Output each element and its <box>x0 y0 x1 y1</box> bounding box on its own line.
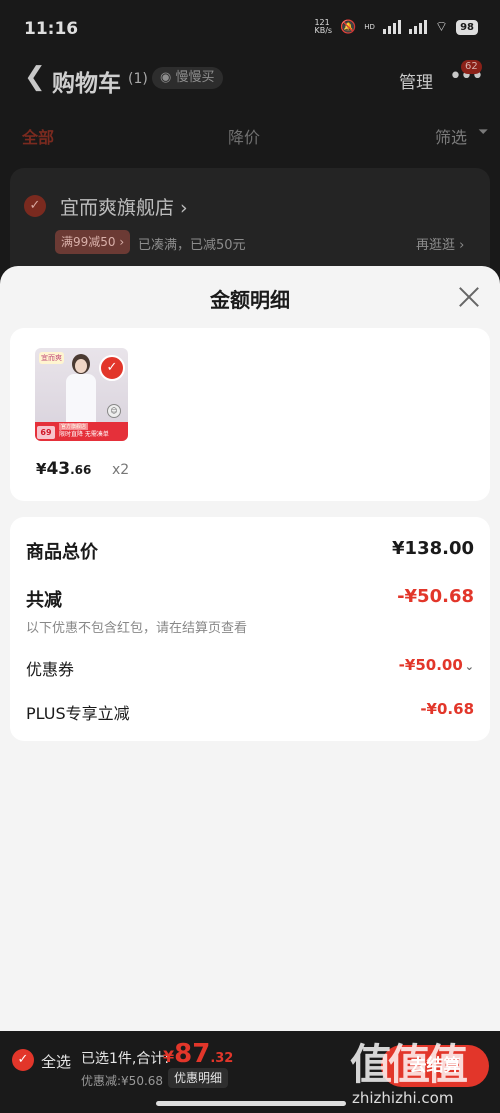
store-name[interactable]: 宜而爽旗舰店 › <box>60 193 188 220</box>
message-badge: 62 <box>461 60 482 74</box>
promo-status: 已凑满，已减50元 <box>138 238 246 253</box>
slow-buy-button[interactable]: ◉ 慢慢买 <box>152 67 223 89</box>
thumb-promo-text: 限时直降 无需凑单 <box>59 431 109 438</box>
total-integer: 87 <box>174 1039 211 1069</box>
cart-page-background: 11:16 121 KB/s 🔕 HD ⌔ 98 ❮ 购物车 (1) ◉ 慢慢买… <box>0 0 500 308</box>
shop-more-link[interactable]: 再逛逛 › <box>416 234 464 253</box>
manage-button[interactable]: 管理 <box>399 68 433 93</box>
total-label: 商品总价 <box>26 542 98 563</box>
total-value: ¥138.00 <box>392 538 474 559</box>
sheet-title: 金额明细 <box>210 288 290 312</box>
watermark-url: zhizhizhi.com <box>352 1089 454 1107</box>
tab-price-drop[interactable]: 降价 <box>228 124 260 148</box>
unit-price: ¥43.66 <box>36 459 91 479</box>
total-decimal: .32 <box>210 1051 234 1066</box>
status-icons: 121 KB/s 🔕 HD ⌔ 98 <box>314 18 478 36</box>
cart-tabs: 全部 降价 筛选 ⏷ <box>0 120 500 150</box>
cart-title: 购物车 <box>52 71 121 97</box>
filter-icon[interactable]: ⏷ <box>478 125 488 140</box>
promo-tag[interactable]: 满99减50 › <box>55 230 131 254</box>
thumb-price-tag: 69 <box>37 426 55 439</box>
close-icon[interactable] <box>456 284 482 310</box>
price-integer: 43 <box>46 459 71 479</box>
plus-label: PLUS专享立减 <box>26 704 130 723</box>
home-indicator[interactable] <box>156 1101 346 1106</box>
tab-all[interactable]: 全部 <box>22 124 54 148</box>
battery-icon: 98 <box>456 19 478 35</box>
discount-note: 以下优惠不包含红包，请在结算页查看 <box>26 621 248 636</box>
discount-summary: 优惠减:¥50.68 <box>81 1074 164 1088</box>
store-name-text: 宜而爽旗舰店 <box>60 197 175 219</box>
total-currency: ¥ <box>163 1047 175 1066</box>
eye-icon: ◉ <box>160 70 176 85</box>
tab-filter[interactable]: 筛选 <box>435 124 467 148</box>
select-all-check-icon[interactable]: ✓ <box>12 1049 34 1071</box>
total-price: ¥87.32 <box>163 1039 233 1069</box>
product-quantity: x2 <box>112 462 130 478</box>
model-figure <box>63 354 99 424</box>
product-check-icon[interactable]: ✓ <box>99 355 125 381</box>
discount-detail-button[interactable]: 优惠明细 <box>168 1068 229 1088</box>
product-card: 宜而爽 ☺ 69 官方旗舰店 限时直降 无需凑单 ✓ ¥43.66 x2 <box>10 328 490 501</box>
coupon-value-text: -¥50.00 <box>398 656 463 674</box>
chevron-down-icon[interactable]: ⌄ <box>465 660 474 673</box>
wifi-icon: ⌔ <box>434 19 449 35</box>
signal-icon <box>382 20 401 34</box>
status-time: 11:16 <box>24 19 79 39</box>
hd-label: HD <box>364 23 375 31</box>
coupon-value: -¥50.00 ⌄ <box>399 656 474 674</box>
price-decimal: .66 <box>70 463 92 477</box>
sticker-icon: ☺ <box>107 404 121 418</box>
cart-count: (1) <box>128 71 148 87</box>
amount-detail-sheet: 金额明细 宜而爽 ☺ 69 官方旗舰店 限时直降 无需凑单 ✓ ¥43.66 x… <box>0 266 500 1031</box>
slow-buy-label: 慢慢买 <box>175 70 215 85</box>
signal-2-icon <box>408 20 427 34</box>
price-detail-card: 商品总价 ¥138.00 共减 -¥50.68 以下优惠不包含红包，请在结算页查… <box>10 517 490 741</box>
store-check-icon[interactable]: ✓ <box>24 195 46 217</box>
watermark-logo: 值值值 <box>350 1040 468 1089</box>
mute-icon: 🔕 <box>340 19 357 35</box>
plus-value: -¥0.68 <box>420 700 474 718</box>
back-icon[interactable]: ❮ <box>24 62 46 92</box>
selected-summary: 已选1件,合计: <box>81 1051 170 1067</box>
shop-more-text: 再逛逛 <box>416 238 456 253</box>
currency-symbol: ¥ <box>36 460 47 478</box>
promo-tag-text: 满99减50 <box>61 235 116 249</box>
status-bar: 11:16 121 KB/s 🔕 HD ⌔ 98 <box>0 0 500 56</box>
select-all-label[interactable]: 全选 <box>41 1051 71 1072</box>
reduce-label: 共减 <box>26 590 62 611</box>
coupon-label: 优惠券 <box>26 660 75 679</box>
brand-logo: 宜而爽 <box>39 352 64 364</box>
reduce-value: -¥50.68 <box>397 586 474 607</box>
net-speed: 121 KB/s <box>314 18 333 35</box>
cart-navbar: ❮ 购物车 (1) ◉ 慢慢买 管理 ••• 62 <box>0 56 500 104</box>
